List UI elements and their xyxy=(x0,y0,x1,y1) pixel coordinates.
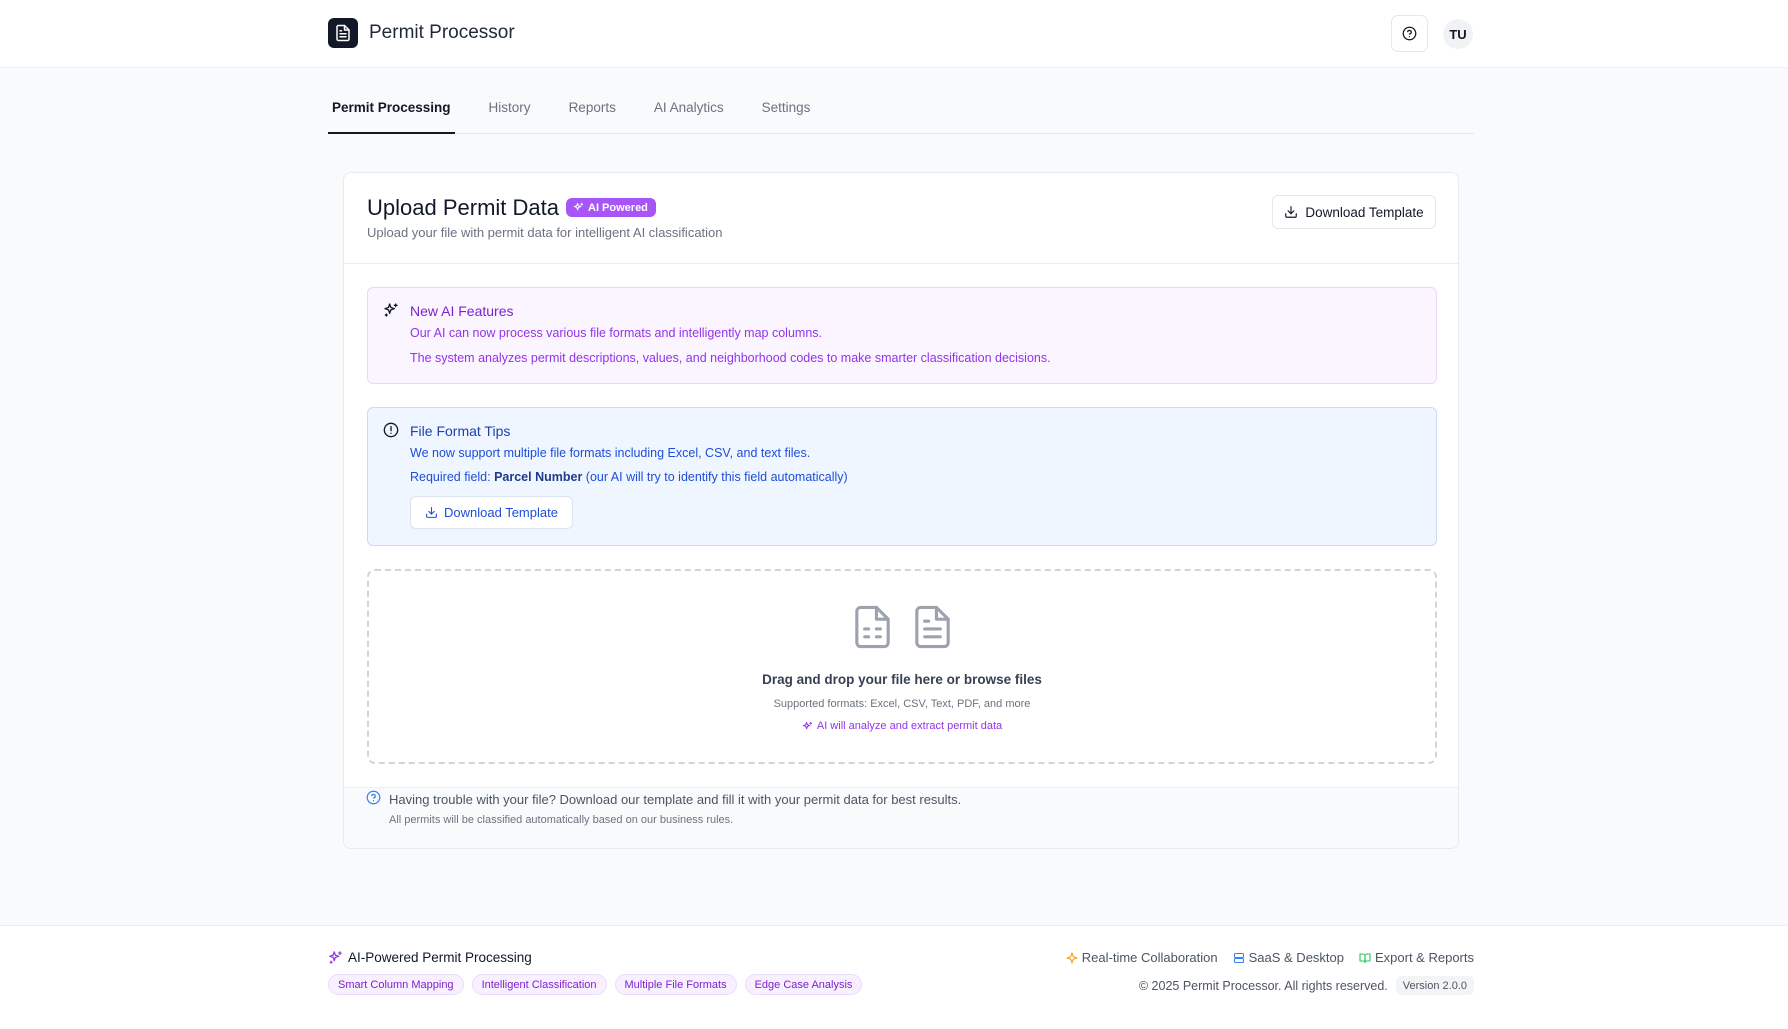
help-text-line1: Having trouble with your file? Download … xyxy=(389,792,962,807)
tab-ai-analytics[interactable]: AI Analytics xyxy=(650,86,728,134)
required-suffix: (our AI will try to identify this field … xyxy=(582,470,848,484)
footer-link-export-reports-label: Export & Reports xyxy=(1375,950,1474,965)
spreadsheet-file-icon xyxy=(854,605,890,649)
chip-intelligent-classification: Intelligent Classification xyxy=(471,974,607,995)
ai-features-line2: The system analyzes permit descriptions,… xyxy=(410,351,1051,365)
sparkles-icon xyxy=(329,951,342,964)
chip-smart-column-mapping: Smart Column Mapping xyxy=(328,974,464,995)
text-file-icon xyxy=(914,605,950,649)
footer-copyright-row: © 2025 Permit Processor. All rights rese… xyxy=(1139,976,1474,995)
ai-features-alert: New AI Features Our AI can now process v… xyxy=(367,287,1437,384)
badge-label: AI Powered xyxy=(588,201,648,214)
feature-chips: Smart Column Mapping Intelligent Classif… xyxy=(328,974,863,995)
card-help-footer: Having trouble with your file? Download … xyxy=(344,787,1458,848)
card-header: Upload Permit Data AI Powered Upload you… xyxy=(344,173,1458,264)
dropzone-formats-text: Supported formats: Excel, CSV, Text, PDF… xyxy=(773,698,1031,710)
tips-line1: We now support multiple file formats inc… xyxy=(410,446,811,460)
required-prefix: Required field: xyxy=(410,470,495,484)
ai-powered-badge: AI Powered xyxy=(566,198,656,217)
alert-circle-icon xyxy=(383,422,399,443)
help-text-line2: All permits will be classified automatic… xyxy=(389,814,734,826)
version-badge: Version 2.0.0 xyxy=(1395,976,1474,995)
dropzone-ai-text: AI will analyze and extract permit data xyxy=(816,720,1003,732)
sparkle-icon xyxy=(1066,951,1078,964)
download-template-button[interactable]: Download Template xyxy=(1272,195,1436,229)
footer-link-collaboration[interactable]: Real-time Collaboration xyxy=(1066,950,1218,965)
server-icon xyxy=(1233,952,1244,963)
footer-link-collaboration-label: Real-time Collaboration xyxy=(1081,950,1218,965)
document-icon xyxy=(328,18,358,48)
download-icon xyxy=(1285,206,1298,218)
help-button[interactable] xyxy=(1391,15,1428,52)
footer-title: AI-Powered Permit Processing xyxy=(328,950,532,965)
upload-card: Upload Permit Data AI Powered Upload you… xyxy=(343,172,1459,849)
chip-edge-case-analysis: Edge Case Analysis xyxy=(744,974,863,995)
ai-features-line1: Our AI can now process various file form… xyxy=(410,326,822,340)
dropzone-ai-line: AI will analyze and extract permit data xyxy=(369,720,1435,732)
file-format-tips-alert: File Format Tips We now support multiple… xyxy=(367,407,1437,546)
tab-reports[interactable]: Reports xyxy=(565,86,620,134)
app-name: Permit Processor xyxy=(369,22,515,43)
page-footer: AI-Powered Permit Processing Smart Colum… xyxy=(0,925,1788,1029)
sparkles-icon xyxy=(573,202,584,211)
download-template-label: Download Template xyxy=(1305,204,1424,220)
tab-permit-processing[interactable]: Permit Processing xyxy=(328,86,455,134)
download-icon xyxy=(426,507,437,518)
tips-download-template-button[interactable]: Download Template xyxy=(410,496,573,529)
footer-link-export-reports[interactable]: Export & Reports xyxy=(1359,950,1474,965)
file-dropzone[interactable]: Drag and drop your file here or browse f… xyxy=(367,569,1437,764)
chip-multiple-file-formats: Multiple File Formats xyxy=(614,974,737,995)
card-subtitle: Upload your file with permit data for in… xyxy=(367,225,723,240)
footer-title-text: AI-Powered Permit Processing xyxy=(348,950,532,965)
help-circle-icon xyxy=(1402,26,1417,41)
footer-link-saas-desktop[interactable]: SaaS & Desktop xyxy=(1233,950,1344,965)
book-open-icon xyxy=(1359,952,1371,963)
dropzone-icons xyxy=(369,601,1435,653)
help-circle-icon xyxy=(366,790,381,810)
top-bar: Permit Processor TU xyxy=(0,0,1788,68)
footer-links: Real-time Collaboration SaaS & Desktop E… xyxy=(1066,950,1474,965)
tips-heading: File Format Tips xyxy=(410,423,511,439)
footer-link-saas-desktop-label: SaaS & Desktop xyxy=(1248,950,1344,965)
required-field-name: Parcel Number xyxy=(494,470,583,484)
brand[interactable]: Permit Processor xyxy=(328,18,515,48)
avatar[interactable]: TU xyxy=(1443,19,1473,49)
sparkles-icon xyxy=(802,721,812,729)
sparkles-icon xyxy=(383,302,399,323)
tab-settings[interactable]: Settings xyxy=(758,86,815,134)
tab-history[interactable]: History xyxy=(485,86,535,134)
ai-features-heading: New AI Features xyxy=(410,303,514,319)
tips-required-line: Required field: Parcel Number (our AI wi… xyxy=(410,470,848,484)
tips-download-label: Download Template xyxy=(444,505,558,520)
dropzone-main-text: Drag and drop your file here or browse f… xyxy=(762,672,1042,687)
copyright-text: © 2025 Permit Processor. All rights rese… xyxy=(1138,978,1388,993)
main-tabs: Permit Processing History Reports AI Ana… xyxy=(328,86,1474,134)
page-title: Upload Permit Data xyxy=(367,195,559,220)
